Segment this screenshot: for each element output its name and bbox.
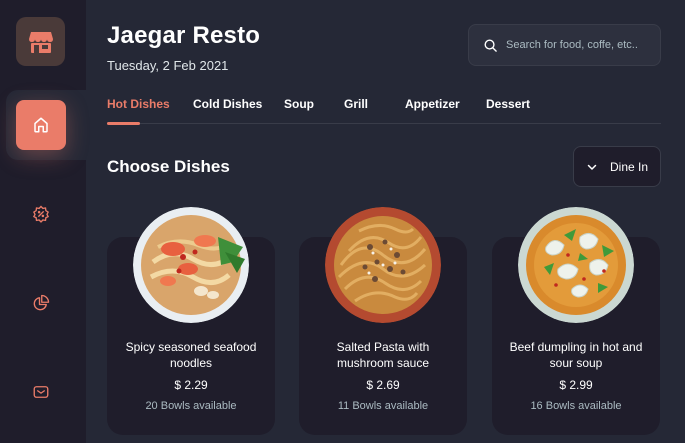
search-box[interactable] (468, 24, 661, 66)
tab-soup[interactable]: Soup (284, 97, 314, 111)
sidebar-item-dashboard[interactable] (16, 278, 66, 328)
section-title: Choose Dishes (107, 157, 230, 176)
sidebar-item-home[interactable] (16, 100, 66, 150)
tab-cold-dishes[interactable]: Cold Dishes (193, 97, 262, 111)
dish-name: Spicy seasoned seafood noodles (125, 340, 257, 370)
tab-hot-dishes[interactable]: Hot Dishes (107, 97, 170, 111)
category-tabs: Hot Dishes Cold Dishes Soup Grill Appeti… (107, 97, 661, 124)
search-input[interactable] (506, 39, 656, 51)
sidebar (0, 0, 86, 443)
dish-card[interactable]: Beef dumpling in hot and sour soup $ 2.9… (492, 207, 660, 435)
discount-icon (32, 205, 50, 223)
dish-card[interactable]: Spicy seasoned seafood noodles $ 2.29 20… (107, 207, 275, 435)
chevron-down-icon (587, 164, 597, 170)
tab-grill[interactable]: Grill (344, 97, 368, 111)
dish-availability: 20 Bowls available (145, 400, 237, 412)
home-icon (34, 117, 48, 133)
sidebar-item-discount[interactable] (16, 189, 66, 239)
dish-image-salted-pasta (325, 207, 441, 323)
message-icon (33, 386, 49, 398)
page-title: Jaegar Resto (107, 22, 261, 49)
dish-price: $ 2.29 (174, 378, 208, 392)
sidebar-item-messages[interactable] (16, 367, 66, 417)
dine-in-dropdown[interactable]: Dine In (573, 146, 661, 187)
tab-appetizer[interactable]: Appetizer (405, 97, 460, 111)
current-date: Tuesday, 2 Feb 2021 (107, 58, 229, 73)
search-icon (484, 39, 497, 52)
dish-price: $ 2.69 (366, 378, 400, 392)
tab-dessert[interactable]: Dessert (486, 97, 530, 111)
dish-name: Salted Pasta with mushroom sauce (336, 340, 430, 370)
active-tab-indicator (107, 122, 140, 125)
dine-in-label: Dine In (609, 159, 649, 174)
dashboard-icon (33, 294, 50, 311)
dish-availability: 16 Bowls available (530, 400, 622, 412)
restaurant-logo-icon[interactable] (16, 17, 65, 66)
dish-card[interactable]: Salted Pasta with mushroom sauce $ 2.69 … (299, 207, 467, 435)
dish-image-seafood-noodles (133, 207, 249, 323)
dish-name: Beef dumpling in hot and sour soup (509, 340, 643, 370)
dish-price: $ 2.99 (559, 378, 593, 392)
dish-image-beef-dumpling (518, 207, 634, 323)
dish-availability: 11 Bowls available (337, 400, 429, 412)
